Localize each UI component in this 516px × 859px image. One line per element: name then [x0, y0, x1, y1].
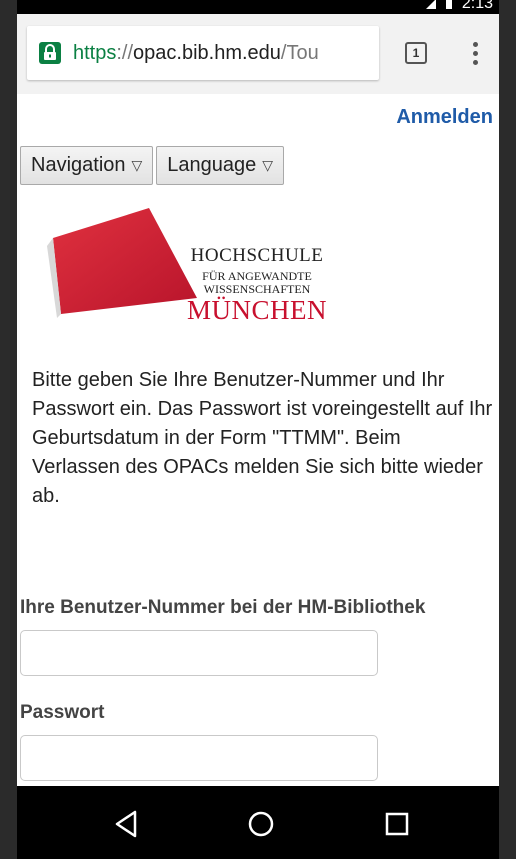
- password-input[interactable]: [20, 735, 378, 781]
- navigation-label: Navigation: [31, 154, 126, 176]
- nav-row: Navigation ▽ Language ▽: [20, 146, 285, 185]
- browser-toolbar: https://opac.bib.hm.edu/Tou 1: [17, 14, 499, 94]
- language-label: Language: [167, 154, 257, 176]
- url-separator: ://: [116, 41, 134, 64]
- address-bar[interactable]: https://opac.bib.hm.edu/Tou: [27, 26, 379, 80]
- logo-line-3: WISSENSCHAFTEN: [203, 282, 311, 296]
- back-icon[interactable]: [109, 806, 145, 842]
- url-scheme: https: [73, 41, 117, 64]
- menu-dot-icon: [472, 50, 478, 56]
- home-icon[interactable]: [243, 806, 279, 842]
- status-time: 2:13: [461, 0, 493, 12]
- triangle-down-icon: ▽: [262, 157, 274, 173]
- logo-line-4: MÜNCHEN: [187, 295, 328, 325]
- url-text: https://opac.bib.hm.edu/Tou: [73, 42, 319, 65]
- logo-shape-icon: [47, 208, 197, 318]
- university-logo[interactable]: HOCHSCHULE FÜR ANGEWANDTE WISSENSCHAFTEN…: [37, 206, 337, 336]
- overflow-menu-button[interactable]: [463, 38, 487, 68]
- battery-icon: [445, 0, 452, 9]
- intro-text: Bitte geben Sie Ihre Benutzer-Nummer und…: [32, 369, 493, 507]
- logo-text: HOCHSCHULE FÜR ANGEWANDTE WISSENSCHAFTEN…: [187, 246, 327, 324]
- logo-line-2: FÜR ANGEWANDTE: [202, 269, 312, 283]
- navigation-dropdown[interactable]: Navigation ▽: [20, 146, 154, 185]
- password-label: Passwort: [20, 702, 105, 723]
- login-link[interactable]: Anmelden: [396, 106, 493, 129]
- lock-icon: [39, 42, 61, 64]
- tab-count: 1: [412, 46, 420, 60]
- language-dropdown[interactable]: Language ▽: [156, 146, 285, 185]
- menu-dot-icon: [472, 59, 478, 65]
- logo-line-1: HOCHSCHULE: [190, 245, 324, 266]
- status-bar: 2:13: [17, 0, 499, 14]
- menu-dot-icon: [472, 41, 478, 47]
- url-host: opac.bib.hm.edu: [133, 41, 281, 64]
- web-page: Anmelden Navigation ▽ Language ▽ HOCHSCH…: [17, 94, 499, 786]
- recents-icon[interactable]: [379, 806, 415, 842]
- user-number-input[interactable]: [20, 630, 378, 676]
- triangle-down-icon: ▽: [131, 157, 143, 173]
- user-number-label: Ihre Benutzer-Nummer bei der HM-Biblioth…: [20, 597, 426, 618]
- system-nav-bar: [17, 786, 499, 859]
- tab-switcher-button[interactable]: 1: [405, 42, 427, 64]
- url-path: /Tou: [280, 41, 319, 64]
- signal-icon: [425, 0, 436, 9]
- phone-screen: 2:13 https://opac.bib.hm.edu/Tou 1 Anmel…: [17, 0, 499, 859]
